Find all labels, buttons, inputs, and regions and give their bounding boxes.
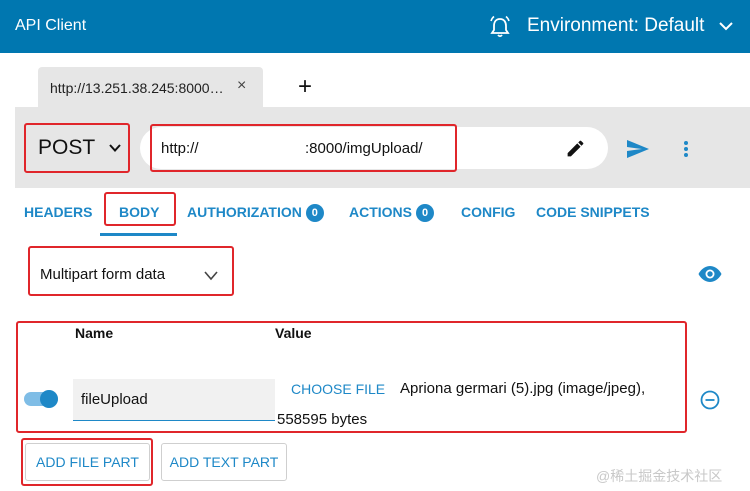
bell-icon[interactable]	[489, 15, 511, 39]
highlight-url	[150, 124, 457, 172]
tab-actions-label: ACTIONS	[349, 204, 412, 220]
tab-config[interactable]: CONFIG	[461, 204, 515, 220]
actions-count-badge: 0	[416, 204, 434, 222]
send-icon[interactable]	[626, 139, 650, 159]
authorization-count-badge: 0	[305, 204, 324, 222]
highlight-file-part	[16, 321, 687, 433]
tab-authorization[interactable]: AUTHORIZATION 0	[187, 204, 324, 222]
app-header: API Client Environment: Default	[0, 0, 750, 53]
remove-circle-icon[interactable]	[700, 390, 720, 410]
request-tab-label[interactable]: http://13.251.38.245:8000…	[50, 80, 224, 96]
tab-actions[interactable]: ACTIONS 0	[349, 204, 434, 222]
app-title: API Client	[15, 17, 87, 34]
environment-selector[interactable]: Environment: Default	[527, 15, 704, 37]
add-icon[interactable]: +	[298, 73, 312, 101]
active-tab-indicator	[100, 233, 177, 236]
close-icon[interactable]: ×	[237, 77, 246, 95]
eye-icon[interactable]	[698, 265, 722, 283]
highlight-body-type	[28, 246, 234, 296]
request-tab[interactable]: http://13.251.38.245:8000… ×	[38, 67, 263, 107]
highlight-body-tab	[104, 192, 176, 226]
highlight-add-file-part	[21, 438, 153, 486]
tab-code-snippets[interactable]: CODE SNIPPETS	[536, 204, 650, 220]
pencil-icon[interactable]	[565, 138, 586, 159]
tab-headers[interactable]: HEADERS	[24, 204, 92, 220]
more-vert-icon[interactable]	[683, 140, 689, 158]
tab-authorization-label: AUTHORIZATION	[187, 204, 302, 220]
add-text-part-button[interactable]: ADD TEXT PART	[161, 443, 287, 481]
watermark: @稀土掘金技术社区	[596, 468, 723, 484]
highlight-method	[24, 123, 130, 173]
chevron-down-icon[interactable]	[718, 18, 734, 34]
